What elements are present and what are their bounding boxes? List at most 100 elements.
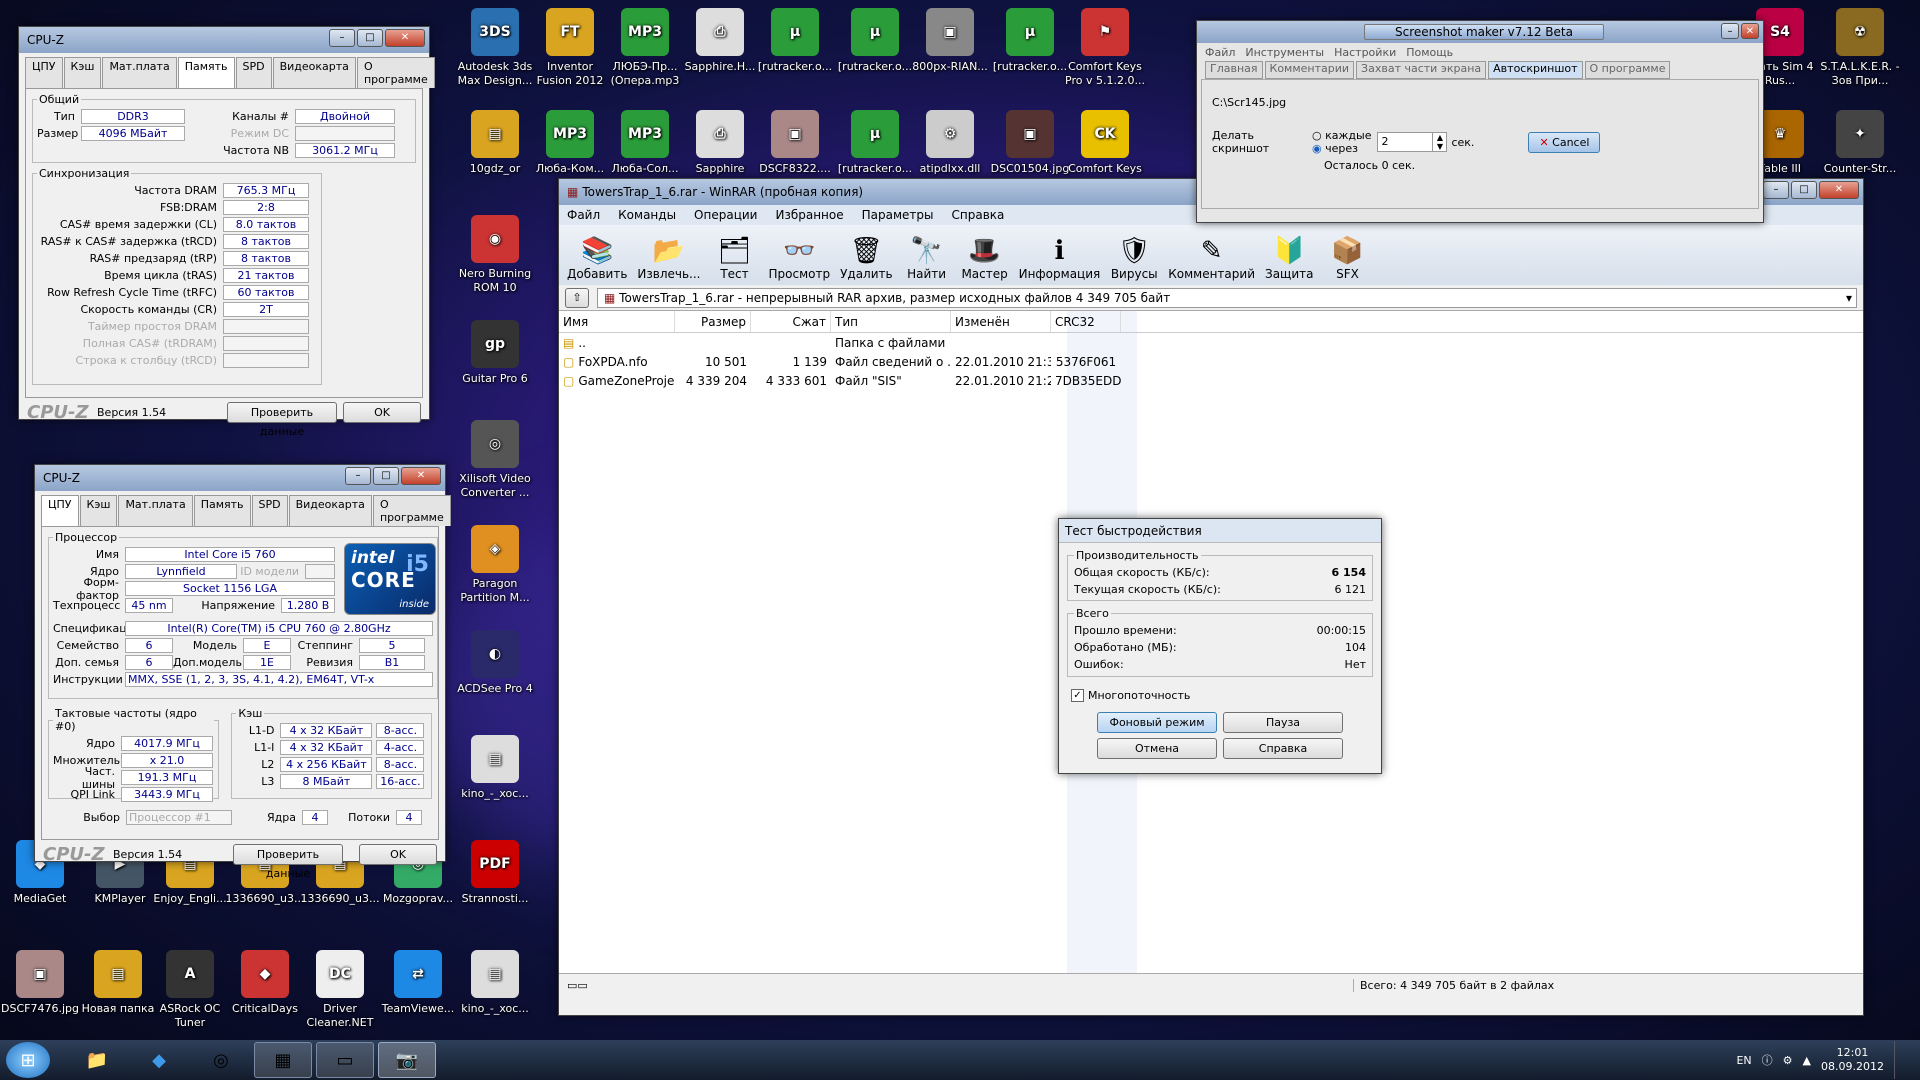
ok-button[interactable]: OK: [343, 402, 421, 423]
radio-every[interactable]: ○: [1312, 129, 1322, 142]
pause-button[interactable]: Пауза: [1223, 712, 1343, 733]
desktop-shortcut[interactable]: MP3 Люба-Ком...: [530, 110, 610, 176]
desktop-shortcut[interactable]: µ [rutracker.o...: [835, 8, 915, 74]
toolbar-find-button[interactable]: 🔭 Найти: [903, 235, 951, 281]
tab-1[interactable]: Комментарии: [1264, 61, 1355, 79]
close-button[interactable]: ✕: [1741, 23, 1759, 39]
desktop-shortcut[interactable]: ✦ Counter-Str...: [1820, 110, 1900, 176]
tab-4[interactable]: SPD: [235, 57, 272, 88]
close-button[interactable]: ✕: [401, 467, 441, 485]
menu-item[interactable]: Инструменты: [1245, 46, 1324, 59]
desktop-shortcut[interactable]: ◈ Paragon Partition M...: [455, 525, 535, 605]
desktop-shortcut[interactable]: CK Comfort Keys: [1065, 110, 1145, 176]
column-header[interactable]: Размер: [675, 311, 751, 332]
desktop-shortcut[interactable]: ⎙ Sapphire: [680, 110, 760, 176]
tab-1[interactable]: Кэш: [79, 495, 118, 526]
help-icon[interactable]: ⓘ: [1762, 1052, 1773, 1068]
minimize-button[interactable]: –: [1721, 23, 1739, 39]
cpuz-taskbar-icon[interactable]: ▭: [316, 1042, 374, 1078]
minimize-button[interactable]: –: [345, 467, 371, 485]
show-desktop-button[interactable]: [1894, 1041, 1908, 1079]
tab-4[interactable]: SPD: [251, 495, 288, 526]
menu-item[interactable]: Настройки: [1334, 46, 1396, 59]
desktop-shortcut[interactable]: ◆ CriticalDays: [225, 950, 305, 1016]
maximize-button[interactable]: □: [1791, 181, 1817, 199]
desktop-shortcut[interactable]: ◐ ACDSee Pro 4: [455, 630, 535, 696]
desktop-shortcut[interactable]: A ASRock OC Tuner: [150, 950, 230, 1030]
dropbox-taskbar-icon[interactable]: ◆: [130, 1042, 188, 1078]
menu-item[interactable]: Помощь: [1406, 46, 1453, 59]
tab-2[interactable]: Мат.плата: [118, 495, 193, 526]
tab-3[interactable]: Автоскриншот: [1488, 61, 1583, 79]
desktop-shortcut[interactable]: ⚙ atipdlxx.dll: [910, 110, 990, 176]
tab-4[interactable]: О программе: [1584, 61, 1671, 79]
column-header[interactable]: Имя: [559, 311, 675, 332]
toolbar-extract-button[interactable]: 📂 Извлечь...: [637, 235, 700, 281]
desktop-shortcut[interactable]: ▤ kino_-_xoc...: [455, 735, 535, 801]
toolbar-info-button[interactable]: ℹ Информация: [1019, 235, 1101, 281]
desktop-shortcut[interactable]: ▣ DSCF8322....: [755, 110, 835, 176]
title-bar[interactable]: Screenshot maker v7.12 Beta – ✕: [1197, 21, 1763, 43]
validate-button[interactable]: Проверить данные: [227, 402, 337, 438]
tab-0[interactable]: ЦПУ: [41, 495, 79, 526]
tab-0[interactable]: Главная: [1205, 61, 1263, 79]
processor-select[interactable]: Процессор #1: [126, 810, 232, 825]
column-header[interactable]: Тип: [831, 311, 951, 332]
cancel-button[interactable]: Отмена: [1097, 738, 1217, 759]
menu-item[interactable]: Параметры: [862, 208, 934, 222]
cancel-button[interactable]: ✕ Cancel: [1528, 131, 1601, 153]
desktop-shortcut[interactable]: MP3 Люба-Сол...: [605, 110, 685, 176]
close-button[interactable]: ✕: [1819, 181, 1859, 199]
menu-item[interactable]: Избранное: [775, 208, 843, 222]
minimize-button[interactable]: –: [329, 29, 355, 47]
column-header[interactable]: Сжат: [751, 311, 831, 332]
network-icon[interactable]: ⚙: [1783, 1054, 1793, 1067]
interval-spinner[interactable]: 2 ▲ ▼: [1377, 132, 1448, 152]
toolbar-view-button[interactable]: 👓 Просмотр: [769, 235, 831, 281]
file-row[interactable]: ▢ FoXPDA.nfo 10 501 1 139 Файл сведений о ..…: [559, 352, 1863, 371]
title-bar[interactable]: CPU-Z – □ ✕: [35, 465, 445, 491]
desktop-shortcut[interactable]: MP3 ЛЮБЭ-Пр... (Опера.mp3: [605, 8, 685, 88]
tab-1[interactable]: Кэш: [63, 57, 102, 88]
desktop-shortcut[interactable]: ▣ 800px-RIAN...: [910, 8, 990, 74]
desktop-shortcut[interactable]: µ [rutracker.o...: [835, 110, 915, 176]
path-field[interactable]: ▦ TowersTrap_1_6.rar - непрерывный RAR а…: [597, 287, 1857, 308]
desktop-shortcut[interactable]: ▤ 10gdz_or: [455, 110, 535, 176]
validate-button[interactable]: Проверить данные: [233, 844, 343, 880]
desktop-shortcut[interactable]: ⚑ Comfort Keys Pro v 5.1.2.0...: [1065, 8, 1145, 88]
minimize-button[interactable]: –: [1763, 181, 1789, 199]
tab-5[interactable]: Видеокарта: [288, 495, 372, 526]
desktop-shortcut[interactable]: 3DS Autodesk 3ds Max Design...: [455, 8, 535, 88]
menu-item[interactable]: Файл: [567, 208, 600, 222]
desktop-shortcut[interactable]: ⇄ TeamViewe...: [378, 950, 458, 1016]
column-header[interactable]: Изменён: [951, 311, 1051, 332]
chevron-down-icon[interactable]: ▾: [1846, 289, 1852, 307]
menu-item[interactable]: Команды: [618, 208, 676, 222]
desktop-shortcut[interactable]: ▣ DSC01504.jpg: [990, 110, 1070, 176]
language-indicator[interactable]: EN: [1736, 1054, 1751, 1067]
multithread-checkbox[interactable]: ✓: [1071, 689, 1084, 702]
toolbar-add-button[interactable]: 📚 Добавить: [567, 235, 627, 281]
desktop-shortcut[interactable]: ◉ Nero Burning ROM 10: [455, 215, 535, 295]
close-button[interactable]: ✕: [385, 29, 425, 47]
screenshot-maker-taskbar-icon[interactable]: 📷: [378, 1042, 436, 1078]
desktop-shortcut[interactable]: ⎙ Sapphire.H...: [680, 8, 760, 74]
desktop-shortcut[interactable]: ▤ kino_-_xoc...: [455, 950, 535, 1016]
file-row[interactable]: ▢GameZoneProje... 4 339 204 4 333 601 Файл …: [559, 371, 1863, 390]
desktop-shortcut[interactable]: ◎ Xilisoft Video Converter ...: [455, 420, 535, 500]
tab-6[interactable]: О программе: [356, 57, 435, 88]
show-hidden-icon[interactable]: ▲: [1803, 1054, 1811, 1067]
desktop-shortcut[interactable]: ▤ Новая папка: [78, 950, 158, 1016]
menu-item[interactable]: Файл: [1205, 46, 1235, 59]
toolbar-virus-button[interactable]: 🛡 Вирусы: [1110, 235, 1158, 281]
toolbar-protect-button[interactable]: 🔰 Защита: [1265, 235, 1314, 281]
desktop-shortcut[interactable]: gp Guitar Pro 6: [455, 320, 535, 386]
desktop-shortcut[interactable]: µ [rutracker.o...: [755, 8, 835, 74]
title-bar[interactable]: CPU-Z – □ ✕: [19, 27, 429, 53]
tab-3[interactable]: Память: [177, 57, 235, 88]
file-row[interactable]: ▤.. Папка с файлами: [559, 333, 1863, 352]
desktop-shortcut[interactable]: FT Inventor Fusion 2012: [530, 8, 610, 88]
toolbar-delete-button[interactable]: 🗑 Удалить: [840, 235, 893, 281]
tab-2[interactable]: Мат.плата: [102, 57, 177, 88]
winrar-taskbar-icon[interactable]: ▦: [254, 1042, 312, 1078]
